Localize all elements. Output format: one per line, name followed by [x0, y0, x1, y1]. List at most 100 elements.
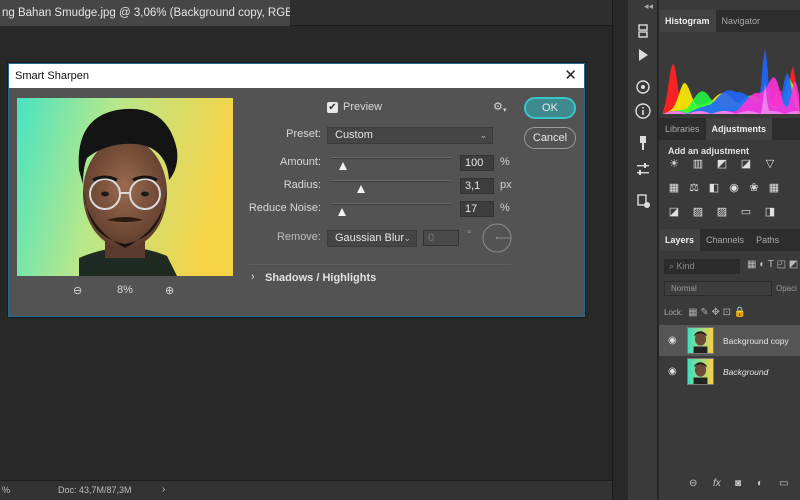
dialog-titlebar: Smart Sharpen ✕ [9, 64, 584, 88]
eye-icon[interactable]: ◉ [668, 335, 677, 346]
fx-icon[interactable]: fx [713, 478, 721, 489]
ok-button[interactable]: OK [524, 97, 576, 119]
radius-slider-thumb[interactable] [357, 185, 365, 193]
brightness-contrast-icon[interactable]: ☀ [667, 158, 681, 170]
channel-mixer-icon[interactable]: ❀ [747, 182, 761, 194]
amount-input[interactable]: 100 [460, 155, 494, 171]
vibrance-icon[interactable]: ▽ [763, 158, 777, 170]
close-icon[interactable]: ✕ [564, 64, 577, 88]
reduce-noise-label: Reduce Noise: [248, 202, 321, 214]
preview-image[interactable] [17, 98, 233, 276]
tab-channels[interactable]: Channels [700, 229, 750, 251]
threshold-icon[interactable]: ▨ [715, 206, 729, 218]
document-tab[interactable]: ng Bahan Smudge.jpg @ 3,06% (Background … [0, 0, 290, 26]
layer-filter-icons[interactable]: ▦ ◐ T ◰ ◩ [747, 259, 798, 270]
amount-label: Amount: [280, 156, 321, 168]
curves-icon[interactable]: ◩ [715, 158, 729, 170]
brush-icon[interactable] [634, 134, 652, 152]
amount-slider-thumb[interactable] [339, 162, 347, 170]
mask-icon[interactable]: ◙ [735, 478, 741, 489]
layer-actions-bar: ⊖ fx ◙ ◐ ▭ [659, 476, 800, 494]
selective-color-icon[interactable]: ◨ [763, 206, 777, 218]
clone-source-icon[interactable] [634, 192, 652, 210]
zoom-in-icon[interactable]: ⊕ [165, 284, 174, 297]
info-icon[interactable] [634, 102, 652, 120]
adjustments-tab-row: Libraries Adjustments [659, 118, 800, 140]
status-menu-arrow[interactable]: › [162, 484, 165, 495]
tab-layers[interactable]: Layers [659, 229, 701, 251]
status-doc-size: Doc: 43,7M/87,3M [58, 485, 132, 495]
history-icon[interactable] [634, 22, 652, 40]
layer-thumbnail [687, 327, 714, 354]
noise-slider-track[interactable] [331, 203, 451, 205]
noise-slider-thumb[interactable] [337, 208, 346, 216]
gear-dropdown-icon[interactable]: ▾ [503, 106, 507, 114]
play-icon[interactable] [634, 46, 652, 64]
preview-checkbox[interactable]: ✔ [327, 102, 338, 113]
histogram-graph [663, 34, 800, 114]
lock-label-text: Lock: [664, 308, 684, 317]
cancel-button[interactable]: Cancel [524, 127, 576, 149]
tab-histogram[interactable]: Histogram [659, 10, 716, 32]
panel-gutter [612, 0, 628, 500]
invert-icon[interactable]: ◪ [667, 206, 681, 218]
levels-icon[interactable]: ▥ [691, 158, 705, 170]
tab-navigator[interactable]: Navigator [716, 10, 767, 32]
noise-input[interactable]: 17 [460, 201, 494, 217]
color-balance-icon[interactable]: ⚖ [687, 182, 701, 194]
remove-select[interactable]: Gaussian Blur ⌄ [327, 230, 417, 247]
sliders-icon[interactable] [634, 160, 652, 178]
preset-label: Preset: [286, 128, 321, 140]
properties-icon[interactable] [634, 78, 652, 96]
gradient-map-icon[interactable]: ▭ [739, 206, 753, 218]
hue-saturation-icon[interactable]: ▦ [667, 182, 681, 194]
radius-input[interactable]: 3,1 [460, 178, 494, 194]
preset-value: Custom [335, 129, 373, 141]
layers-tab-row: Layers Channels Paths [659, 229, 800, 251]
black-white-icon[interactable]: ◧ [707, 182, 721, 194]
photo-filter-icon[interactable]: ◉ [727, 182, 741, 194]
tab-libraries[interactable]: Libraries [659, 118, 706, 140]
panel-icon-column [628, 0, 658, 500]
color-lookup-icon[interactable]: ▦ [767, 182, 781, 194]
radius-label: Radius: [283, 179, 321, 191]
chevron-down-icon: ⌄ [403, 233, 411, 243]
group-icon[interactable]: ▭ [779, 478, 788, 489]
angle-dial[interactable] [481, 222, 513, 254]
smart-sharpen-dialog: Smart Sharpen ✕ ⊖ 8% ⊕ ✔ Preview ⚙ ▾ Pre… [8, 63, 585, 317]
remove-label: Remove: [276, 231, 321, 243]
histogram-tab-row: Histogram Navigator [659, 10, 800, 32]
photoshop-window: ng Bahan Smudge.jpg @ 3,06% (Background … [0, 0, 800, 500]
right-panels: Histogram Navigator Libraries Adjustment… [659, 0, 800, 500]
blend-mode-select[interactable]: Normal [664, 281, 772, 296]
tab-adjustments[interactable]: Adjustments [705, 118, 773, 140]
document-tab-bar: ng Bahan Smudge.jpg @ 3,06% (Background … [0, 0, 612, 26]
angle-input[interactable]: 0 [423, 230, 459, 246]
lock-icons[interactable]: ▦ ✎ ✥ ⊡ 🔒 [685, 307, 746, 318]
preset-select[interactable]: Custom ⌄ [327, 127, 493, 144]
divider [249, 264, 511, 265]
adjustment-layer-icon[interactable]: ◐ [757, 478, 763, 489]
collapse-panels-icon[interactable]: ◂◂ [644, 1, 653, 12]
preview-zoom-percent: 8% [117, 284, 133, 296]
radius-unit: px [500, 179, 512, 191]
dialog-title: Smart Sharpen [15, 70, 89, 82]
chevron-right-icon[interactable]: › [251, 271, 255, 283]
posterize-icon[interactable]: ▨ [691, 206, 705, 218]
chevron-down-icon: ⌄ [479, 130, 487, 140]
layer-filter-input[interactable]: ⌕ Kind [664, 259, 740, 274]
remove-value: Gaussian Blur [335, 232, 405, 244]
amount-slider-track[interactable] [331, 157, 451, 159]
gear-icon[interactable]: ⚙ [493, 100, 503, 113]
exposure-icon[interactable]: ◪ [739, 158, 753, 170]
link-layers-icon[interactable]: ⊖ [689, 478, 697, 489]
radius-slider-track[interactable] [331, 180, 451, 182]
eye-icon[interactable]: ◉ [668, 366, 677, 377]
layer-row[interactable]: ◉ Background [659, 356, 800, 387]
layer-row[interactable]: ◉ Background copy [659, 325, 800, 356]
status-zoom[interactable]: % [2, 485, 10, 495]
shadows-highlights-toggle[interactable]: Shadows / Highlights [265, 272, 376, 284]
tab-paths[interactable]: Paths [750, 229, 785, 251]
zoom-out-icon[interactable]: ⊖ [73, 284, 82, 297]
preview-label: Preview [343, 101, 383, 113]
